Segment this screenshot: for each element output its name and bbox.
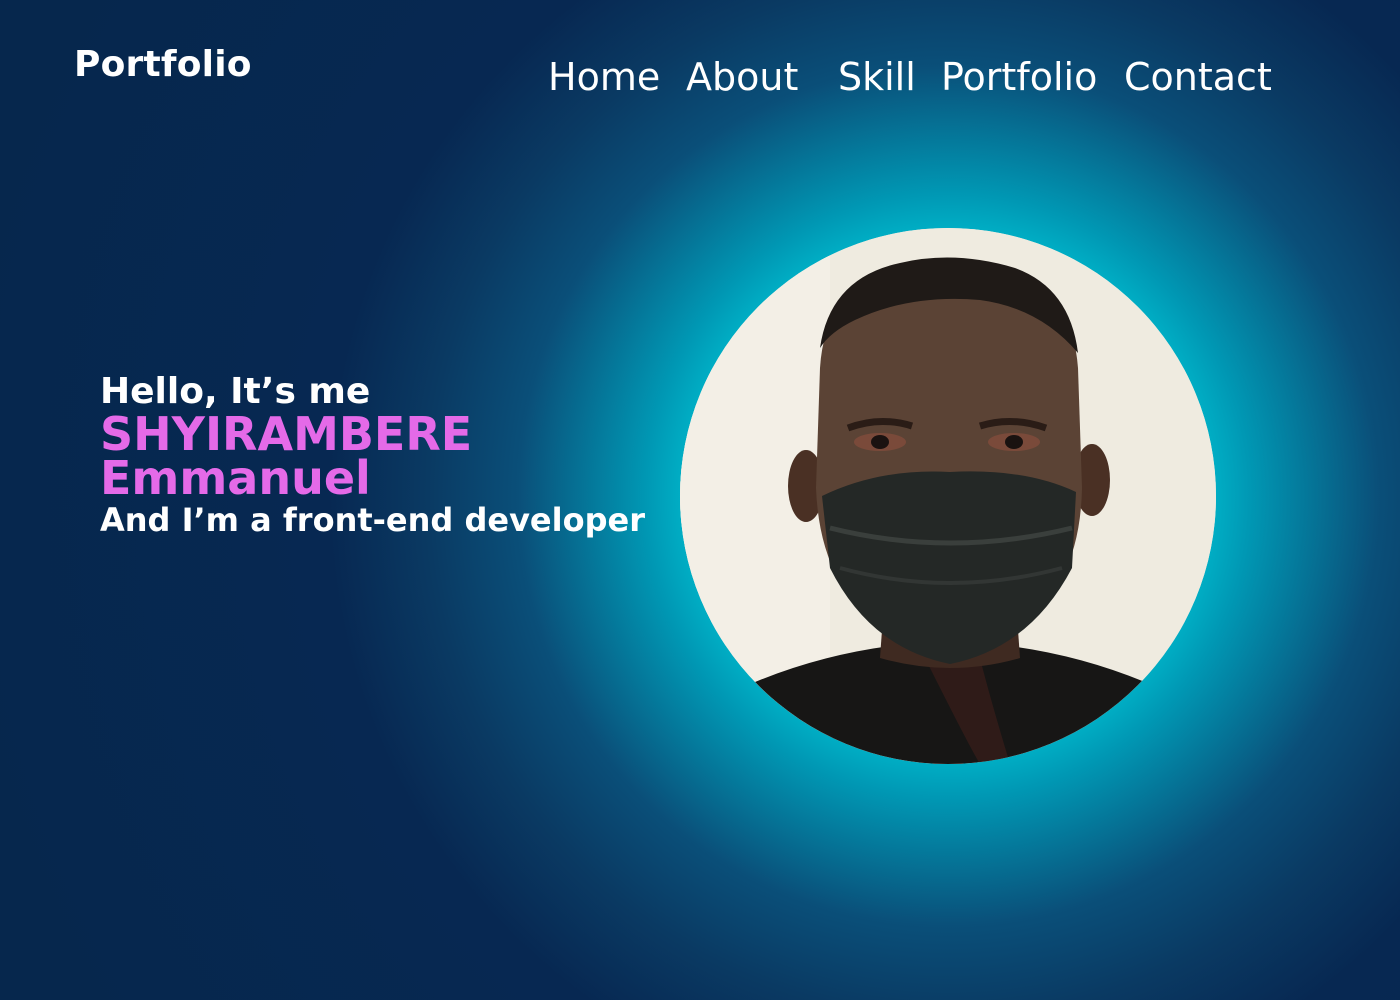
hero-name-first: SHYIRAMBERE [100, 407, 473, 461]
nav-portfolio-link[interactable]: Portfolio [941, 50, 1097, 104]
nav-contact-link[interactable]: Contact [1124, 50, 1272, 104]
site-logo[interactable]: Portfolio [74, 44, 252, 85]
hero-intro: Hello, It’s me SHYIRAMBERE Emmanuel And … [100, 372, 660, 540]
profile-photo [680, 228, 1216, 764]
hero-tagline: And I’m a front-end developer [100, 501, 645, 539]
hero-name: SHYIRAMBERE Emmanuel [100, 407, 660, 505]
nav-about-link[interactable]: About [686, 50, 798, 104]
hero-name-last: Emmanuel [100, 451, 371, 505]
hero-greeting: Hello, It’s me [100, 371, 371, 412]
nav-home-link[interactable]: Home [548, 50, 660, 104]
main-navigation: Home About Skill Portfolio Contact [548, 50, 1308, 110]
profile-photo-illustration [680, 228, 1216, 764]
nav-skill-link[interactable]: Skill [838, 50, 916, 104]
